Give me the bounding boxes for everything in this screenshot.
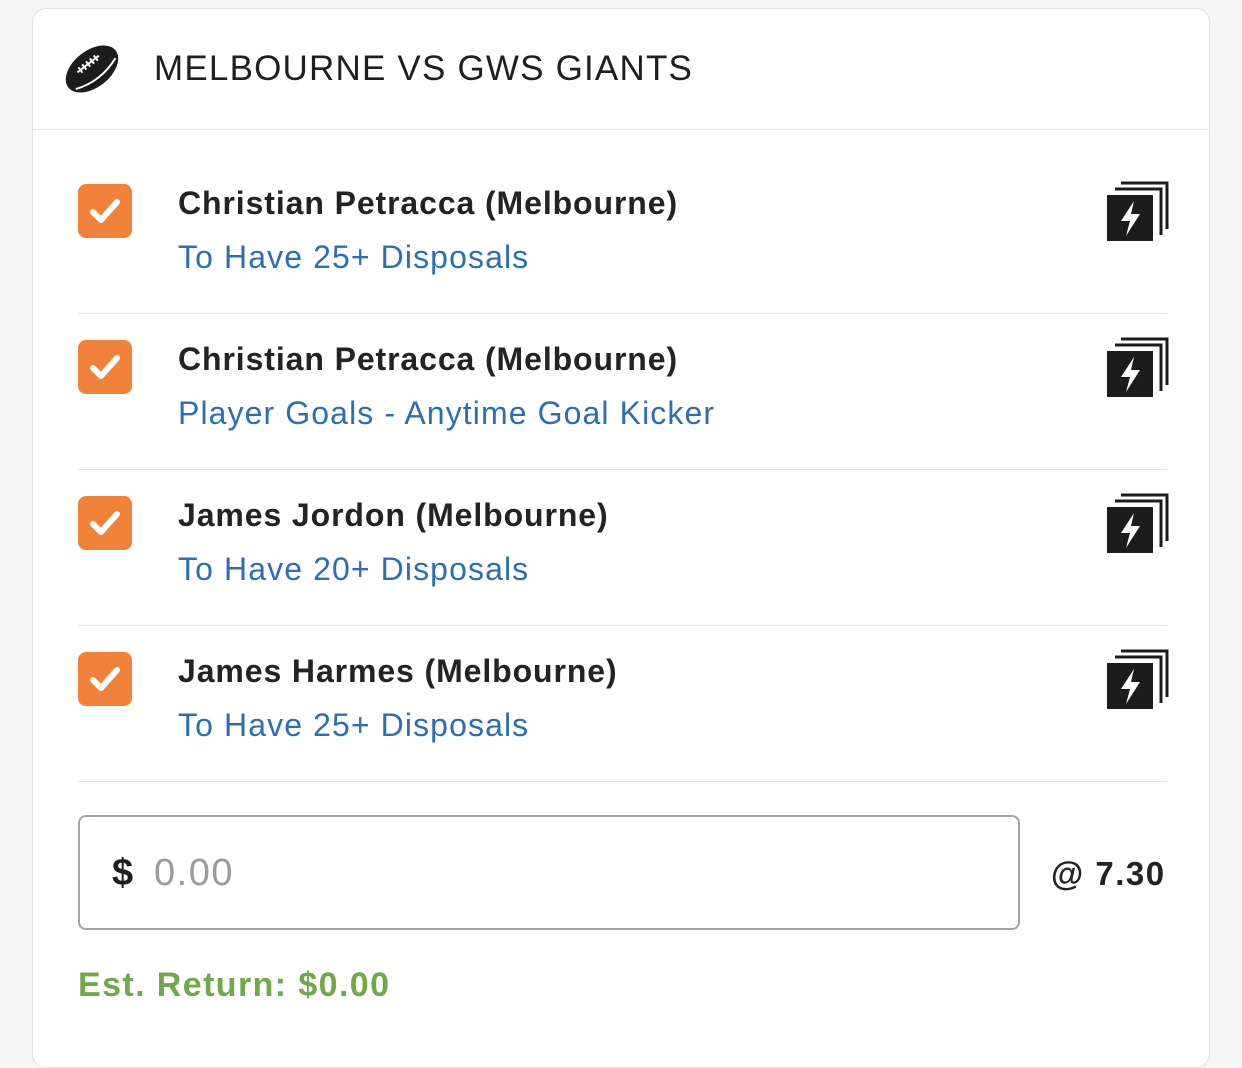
leg-market-link[interactable]: To Have 25+ Disposals bbox=[178, 705, 529, 745]
leg-player-name: James Jordon (Melbourne) bbox=[178, 497, 609, 533]
match-header: MELBOURNE VS GWS GIANTS bbox=[33, 9, 1209, 130]
estimated-return: Est. Return: $0.00 bbox=[78, 966, 391, 1004]
stake-input[interactable] bbox=[154, 847, 974, 899]
same-game-multi-icon bbox=[1107, 181, 1169, 241]
bet-leg: James Jordon (Melbourne) To Have 20+ Dis… bbox=[78, 471, 1169, 626]
leg-checkbox[interactable] bbox=[78, 496, 132, 550]
checkmark-icon bbox=[90, 199, 120, 223]
bet-leg: Christian Petracca (Melbourne) Player Go… bbox=[78, 315, 1169, 470]
odds-value: @ 7.30 bbox=[1051, 855, 1166, 892]
leg-market-link[interactable]: To Have 20+ Disposals bbox=[178, 549, 529, 589]
leg-checkbox[interactable] bbox=[78, 184, 132, 238]
same-game-multi-icon bbox=[1107, 493, 1169, 553]
checkmark-icon bbox=[90, 355, 120, 379]
checkmark-icon bbox=[90, 667, 120, 691]
leg-checkbox[interactable] bbox=[78, 340, 132, 394]
leg-player-name: James Harmes (Melbourne) bbox=[178, 653, 618, 689]
same-game-multi-icon bbox=[1107, 649, 1169, 709]
leg-player-name: Christian Petracca (Melbourne) bbox=[178, 185, 678, 221]
leg-checkbox[interactable] bbox=[78, 652, 132, 706]
currency-symbol: $ bbox=[112, 852, 134, 894]
football-icon bbox=[65, 45, 119, 93]
leg-player-name: Christian Petracca (Melbourne) bbox=[178, 341, 678, 377]
checkmark-icon bbox=[90, 511, 120, 535]
same-game-multi-icon bbox=[1107, 337, 1169, 397]
bet-leg: James Harmes (Melbourne) To Have 25+ Dis… bbox=[78, 627, 1169, 782]
match-title: MELBOURNE VS GWS GIANTS bbox=[154, 49, 694, 88]
stake-field[interactable]: $ bbox=[78, 815, 1020, 930]
leg-market-link[interactable]: To Have 25+ Disposals bbox=[178, 237, 529, 277]
leg-market-link[interactable]: Player Goals - Anytime Goal Kicker bbox=[178, 393, 715, 433]
bet-card: MELBOURNE VS GWS GIANTS Christian Petrac… bbox=[32, 8, 1210, 1068]
bet-leg: Christian Petracca (Melbourne) To Have 2… bbox=[78, 159, 1169, 314]
